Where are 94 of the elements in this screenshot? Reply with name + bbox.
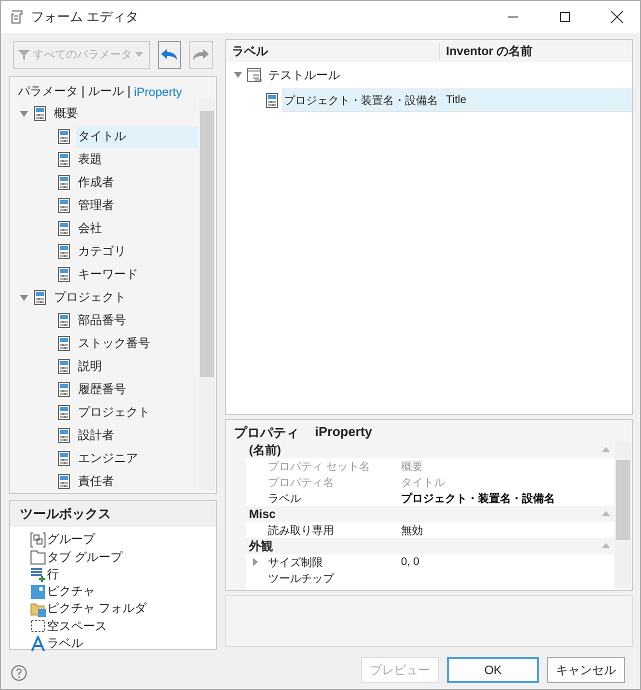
collapse-arrow-icon[interactable] xyxy=(602,542,610,550)
toolbox-item[interactable]: 行 xyxy=(47,566,59,583)
form-icon xyxy=(58,152,70,168)
expand-arrow-icon[interactable] xyxy=(252,558,260,566)
tree-item[interactable]: プロジェクト xyxy=(76,402,198,424)
form-icon xyxy=(58,405,70,420)
close-icon xyxy=(611,11,623,23)
form-icon xyxy=(34,106,46,122)
row-add-icon xyxy=(30,566,46,582)
source-tab[interactable]: iProperty xyxy=(134,84,182,99)
tree-group-label[interactable]: 概要 xyxy=(52,102,198,125)
collapse-arrow-icon[interactable] xyxy=(602,446,610,454)
tree-item[interactable]: エンジニア xyxy=(76,448,198,470)
tree-item[interactable]: キーワード xyxy=(76,264,198,286)
property-name: ラベル xyxy=(268,492,301,506)
toolbox-title: ツールボックス xyxy=(10,501,216,528)
form-icon xyxy=(58,474,70,490)
column-header: Inventor の名前 xyxy=(445,42,534,60)
empty-space-icon xyxy=(30,618,46,634)
form-icon xyxy=(58,129,70,144)
form-icon xyxy=(58,198,70,214)
toolbox-item[interactable]: ピクチャ xyxy=(47,583,95,600)
form-icon xyxy=(266,92,278,108)
form-icon xyxy=(58,428,70,444)
source-tab[interactable]: パラメータ xyxy=(18,83,78,100)
property-name: プロパティ名 xyxy=(268,476,334,490)
dialog-button[interactable]: OK xyxy=(447,657,539,683)
tree-item[interactable]: 管理者 xyxy=(76,194,198,217)
toolbox-item[interactable]: グループ xyxy=(47,531,95,548)
form-icon xyxy=(58,175,70,190)
letter-icon xyxy=(30,636,46,652)
tree-item[interactable]: 会社 xyxy=(76,218,198,240)
tree-item[interactable]: 表題 xyxy=(76,148,198,171)
form-icon xyxy=(58,336,70,352)
tree-item[interactable]: 作成者 xyxy=(76,172,198,194)
help-icon[interactable] xyxy=(11,664,27,681)
category-label: 外観 xyxy=(249,538,274,554)
tab-group-icon xyxy=(30,549,46,566)
toolbox-item[interactable]: 空スペース xyxy=(47,618,107,635)
filter-icon xyxy=(18,48,30,61)
collapse-arrow-icon[interactable] xyxy=(602,510,610,518)
window-title: フォーム エディタ xyxy=(31,8,140,26)
form-icon xyxy=(34,290,46,306)
rule-label[interactable]: テストルール xyxy=(268,66,340,84)
name-cell-text: Title xyxy=(445,94,468,106)
label-cell-text: プロジェクト・装置名・設備名 xyxy=(283,94,439,108)
redo-icon xyxy=(192,48,210,62)
form-icon xyxy=(58,267,70,282)
dialog-button[interactable]: キャンセル xyxy=(547,657,625,683)
form-icon xyxy=(58,451,70,466)
toolbox-item[interactable]: タブ グループ xyxy=(47,548,122,566)
property-value: タイトル xyxy=(401,476,445,490)
form-icon xyxy=(58,359,70,374)
redo-button[interactable] xyxy=(189,40,214,69)
tree-item[interactable]: 部品番号 xyxy=(76,310,198,332)
category-label: (名前) xyxy=(249,442,282,458)
form-icon xyxy=(58,382,70,398)
tree-item[interactable]: タイトル xyxy=(76,126,198,148)
scrollbar[interactable] xyxy=(199,99,215,492)
tree-item[interactable]: カテゴリ xyxy=(76,240,198,263)
tree-item[interactable]: 説明 xyxy=(76,356,198,378)
group-icon xyxy=(30,532,46,548)
scrollbar[interactable] xyxy=(615,442,631,588)
property-name: プロパティ セット名 xyxy=(268,460,370,474)
property-name: サイズ制限 xyxy=(268,556,323,570)
picture-icon xyxy=(30,584,46,600)
expand-arrow-icon[interactable] xyxy=(20,294,28,301)
tree-item[interactable]: 履歴番号 xyxy=(76,378,198,401)
properties-subtitle: iProperty xyxy=(315,424,372,438)
scroll-icon xyxy=(9,9,25,25)
maximize-icon xyxy=(560,12,570,22)
form-icon xyxy=(58,313,70,328)
tree-item[interactable]: 設計者 xyxy=(76,424,198,447)
category-label: Misc xyxy=(249,507,277,521)
property-name: ツールチップ xyxy=(268,572,334,586)
expand-arrow-icon[interactable] xyxy=(20,110,28,117)
source-tab[interactable]: ルール xyxy=(88,83,124,100)
undo-button[interactable] xyxy=(158,40,182,69)
properties-title: プロパティ xyxy=(234,424,299,438)
property-name: 読み取り専用 xyxy=(268,524,334,538)
toolbox-item[interactable]: ラベル xyxy=(47,635,83,652)
tree-item[interactable]: ストック番号 xyxy=(76,332,198,355)
picture-folder-icon xyxy=(30,600,46,617)
property-value: 概要 xyxy=(401,460,423,474)
toolbox-item[interactable]: ピクチャ フォルダ xyxy=(47,600,146,618)
property-value: プロジェクト・装置名・設備名 xyxy=(401,492,555,506)
property-value: 無効 xyxy=(401,524,423,538)
tree-item[interactable]: 責任者 xyxy=(76,470,198,493)
property-value: 0, 0 xyxy=(401,556,420,568)
form-icon xyxy=(58,244,70,260)
column-header: ラベル xyxy=(226,42,440,60)
form-icon xyxy=(58,221,70,236)
tree-group-label[interactable]: プロジェクト xyxy=(52,286,198,309)
undo-icon xyxy=(160,48,178,62)
